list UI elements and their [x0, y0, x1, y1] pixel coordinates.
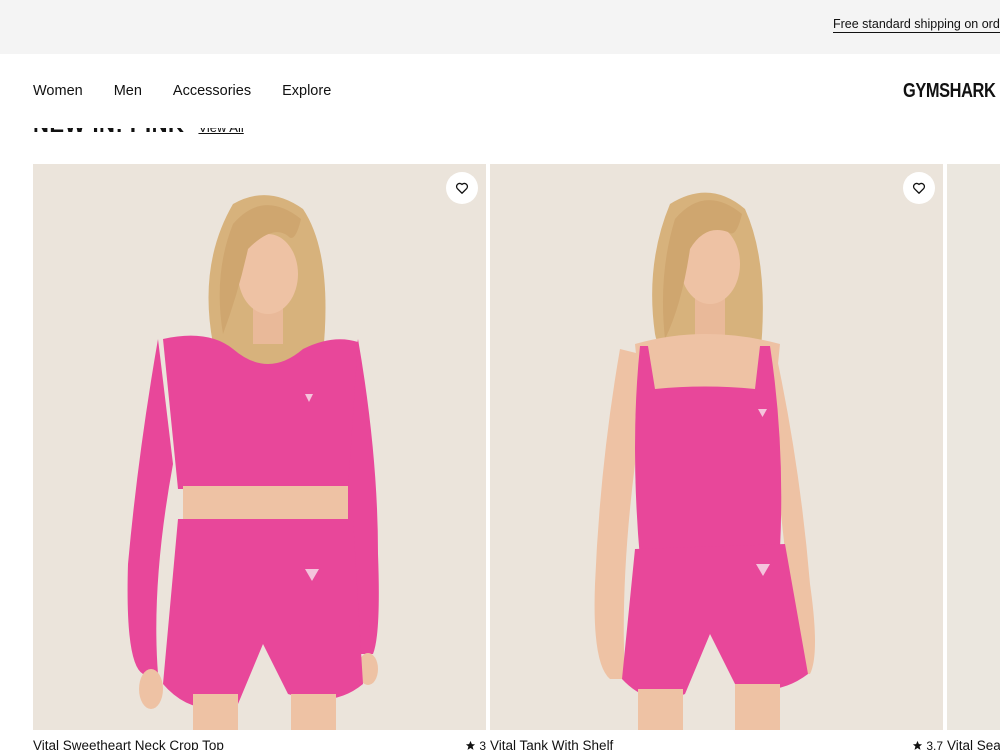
product-card[interactable]: Vital Sea [947, 164, 1000, 750]
nav-item-men[interactable]: Men [114, 83, 142, 99]
nav-item-accessories[interactable]: Accessories [173, 83, 251, 99]
nav-item-women[interactable]: Women [33, 83, 83, 99]
model-photo-tank [490, 164, 943, 730]
nav-item-explore[interactable]: Explore [282, 83, 331, 99]
product-rating: 3.7 [912, 738, 943, 750]
site-header: Women Men Accessories Explore GYMSHARK [0, 54, 1000, 128]
model-photo-partial [947, 164, 1000, 730]
promo-bar: Free standard shipping on orders [0, 0, 1000, 54]
product-image[interactable] [490, 164, 943, 730]
product-image[interactable] [33, 164, 486, 730]
product-info: Vital Sea [947, 738, 1000, 750]
star-icon [913, 740, 923, 750]
wishlist-button[interactable] [446, 172, 478, 204]
product-name[interactable]: Vital Sea [947, 738, 1000, 750]
heart-icon [455, 182, 469, 194]
product-info: Vital Tank With Shelf 3.7 [490, 738, 943, 750]
product-card[interactable]: Vital Sweetheart Neck Crop Top 3 [33, 164, 486, 750]
wishlist-button[interactable] [903, 172, 935, 204]
main-nav: Women Men Accessories Explore [33, 83, 362, 99]
promo-shipping-link[interactable]: Free standard shipping on orders [833, 17, 1000, 33]
star-icon [466, 740, 476, 750]
heart-icon [912, 182, 926, 194]
product-rating: 3 [465, 738, 486, 750]
product-info: Vital Sweetheart Neck Crop Top 3 [33, 738, 486, 750]
rating-value: 3.7 [926, 738, 943, 750]
rating-value: 3 [479, 738, 486, 750]
product-name[interactable]: Vital Tank With Shelf [490, 738, 613, 750]
product-name[interactable]: Vital Sweetheart Neck Crop Top [33, 738, 224, 750]
product-image[interactable] [947, 164, 1000, 730]
model-photo-crop-top [33, 164, 486, 730]
gymshark-logo[interactable]: GYMSHARK [903, 80, 996, 103]
product-card[interactable]: Vital Tank With Shelf 3.7 [490, 164, 943, 750]
